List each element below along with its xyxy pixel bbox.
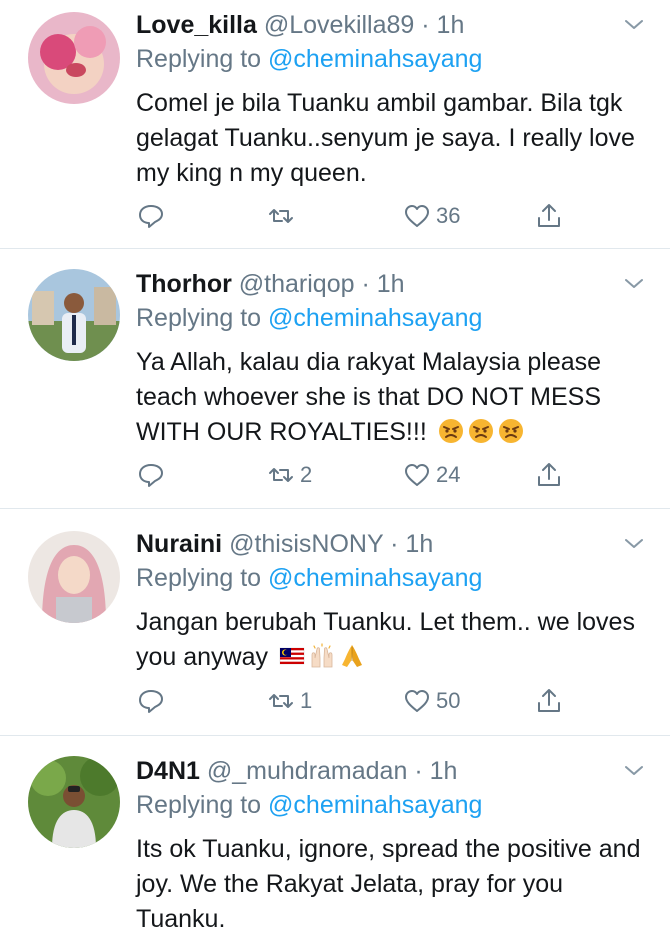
angry-face-emoji xyxy=(468,419,493,443)
replying-to-label: Replying to xyxy=(136,791,262,819)
retweet-button[interactable]: 1 xyxy=(266,683,312,719)
timestamp[interactable]: · 1h xyxy=(390,530,433,558)
retweet-icon xyxy=(269,694,293,708)
share-icon xyxy=(538,204,560,227)
user-handle[interactable]: @thisisNONY xyxy=(229,530,383,558)
display-name[interactable]: Nuraini xyxy=(136,530,222,558)
timestamp[interactable]: · 1h xyxy=(421,11,464,39)
action-bar: 36 xyxy=(136,198,576,234)
reply-button[interactable] xyxy=(136,683,166,719)
tweet-text: Its ok Tuanku, ignore, spread the positi… xyxy=(136,835,641,933)
avatar[interactable] xyxy=(28,12,120,104)
avatar[interactable] xyxy=(28,756,120,848)
malaysia-flag-emoji xyxy=(279,647,305,665)
tweet-header: D4N1 @_muhdramadan · 1h xyxy=(136,756,457,786)
angry-face-emoji xyxy=(498,419,523,443)
reply-icon xyxy=(139,690,163,713)
raising-hands-emoji xyxy=(311,643,333,668)
share-button[interactable] xyxy=(534,683,564,719)
like-button[interactable]: 24 xyxy=(402,457,460,493)
tweet-header: Love_killa @Lovekilla89 · 1h xyxy=(136,10,464,40)
tweet-body: Ya Allah, kalau dia rakyat Malaysia plea… xyxy=(136,345,651,450)
user-handle[interactable]: @_muhdramadan xyxy=(207,757,408,785)
chevron-down-icon[interactable] xyxy=(622,758,646,782)
retweet-count: 1 xyxy=(300,688,313,713)
display-name[interactable]: Thorhor xyxy=(136,270,232,298)
user-handle[interactable]: @Lovekilla89 xyxy=(264,11,414,39)
chevron-down-icon[interactable] xyxy=(622,12,646,36)
tweet-text: Comel je bila Tuanku ambil gambar. Bila … xyxy=(136,89,635,187)
retweet-icon xyxy=(269,209,293,223)
replying-to-label: Replying to xyxy=(136,564,262,592)
like-button[interactable]: 36 xyxy=(402,198,460,234)
tweet-card[interactable]: Nuraini @thisisNONY · 1h Replying to @ch… xyxy=(0,509,670,735)
heart-icon xyxy=(405,690,429,712)
action-bar: 1 50 xyxy=(136,683,576,719)
tweet-card[interactable]: Love_killa @Lovekilla89 · 1h Replying to… xyxy=(0,0,670,248)
mention-link[interactable]: @cheminahsayang xyxy=(268,791,482,819)
replying-to-label: Replying to xyxy=(136,304,262,332)
like-count: 36 xyxy=(436,203,461,228)
tweet-header: Thorhor @thariqop · 1h xyxy=(136,269,405,299)
retweet-button[interactable]: 2 xyxy=(266,457,312,493)
timestamp[interactable]: · 1h xyxy=(361,270,404,298)
tweet-text: Ya Allah, kalau dia rakyat Malaysia plea… xyxy=(136,348,602,446)
share-button[interactable] xyxy=(534,457,564,493)
folded-hands-emoji xyxy=(341,645,362,667)
like-count: 50 xyxy=(436,688,461,713)
retweet-button[interactable] xyxy=(266,198,300,234)
timestamp[interactable]: · 1h xyxy=(414,757,457,785)
tweet-text: Jangan berubah Tuanku. Let them.. we lov… xyxy=(136,608,635,671)
chevron-down-icon[interactable] xyxy=(622,531,646,555)
tweet-card[interactable]: Thorhor @thariqop · 1h Replying to @chem… xyxy=(0,249,670,507)
tweet-body: Jangan berubah Tuanku. Let them.. we lov… xyxy=(136,605,651,675)
reply-button[interactable] xyxy=(136,198,166,234)
display-name[interactable]: D4N1 xyxy=(136,757,200,785)
action-bar: 2 24 xyxy=(136,457,576,493)
avatar[interactable] xyxy=(28,269,120,361)
reply-icon xyxy=(139,464,163,487)
reply-button[interactable] xyxy=(136,457,166,493)
replying-to-line: Replying to @cheminahsayang xyxy=(136,790,482,820)
replying-to-line: Replying to @cheminahsayang xyxy=(136,563,482,593)
replying-to-label: Replying to xyxy=(136,45,262,73)
reply-icon xyxy=(139,205,163,228)
retweet-count: 2 xyxy=(300,462,313,487)
tweet-card[interactable]: D4N1 @_muhdramadan · 1h Replying to @che… xyxy=(0,736,670,940)
mention-link[interactable]: @cheminahsayang xyxy=(268,564,482,592)
heart-icon xyxy=(405,464,429,486)
tweet-header: Nuraini @thisisNONY · 1h xyxy=(136,529,433,559)
user-handle[interactable]: @thariqop xyxy=(239,270,355,298)
replying-to-line: Replying to @cheminahsayang xyxy=(136,44,482,74)
like-button[interactable]: 50 xyxy=(402,683,460,719)
reply-feed: Love_killa @Lovekilla89 · 1h Replying to… xyxy=(0,0,670,940)
avatar[interactable] xyxy=(28,531,120,623)
like-count: 24 xyxy=(436,462,461,487)
display-name[interactable]: Love_killa xyxy=(136,11,257,39)
chevron-down-icon[interactable] xyxy=(622,271,646,295)
mention-link[interactable]: @cheminahsayang xyxy=(268,45,482,73)
share-icon xyxy=(538,463,560,486)
retweet-icon xyxy=(269,468,293,482)
angry-face-emoji xyxy=(438,419,463,443)
heart-icon xyxy=(405,205,429,227)
replying-to-line: Replying to @cheminahsayang xyxy=(136,303,482,333)
mention-link[interactable]: @cheminahsayang xyxy=(268,304,482,332)
share-button[interactable] xyxy=(534,198,564,234)
share-icon xyxy=(538,689,560,712)
